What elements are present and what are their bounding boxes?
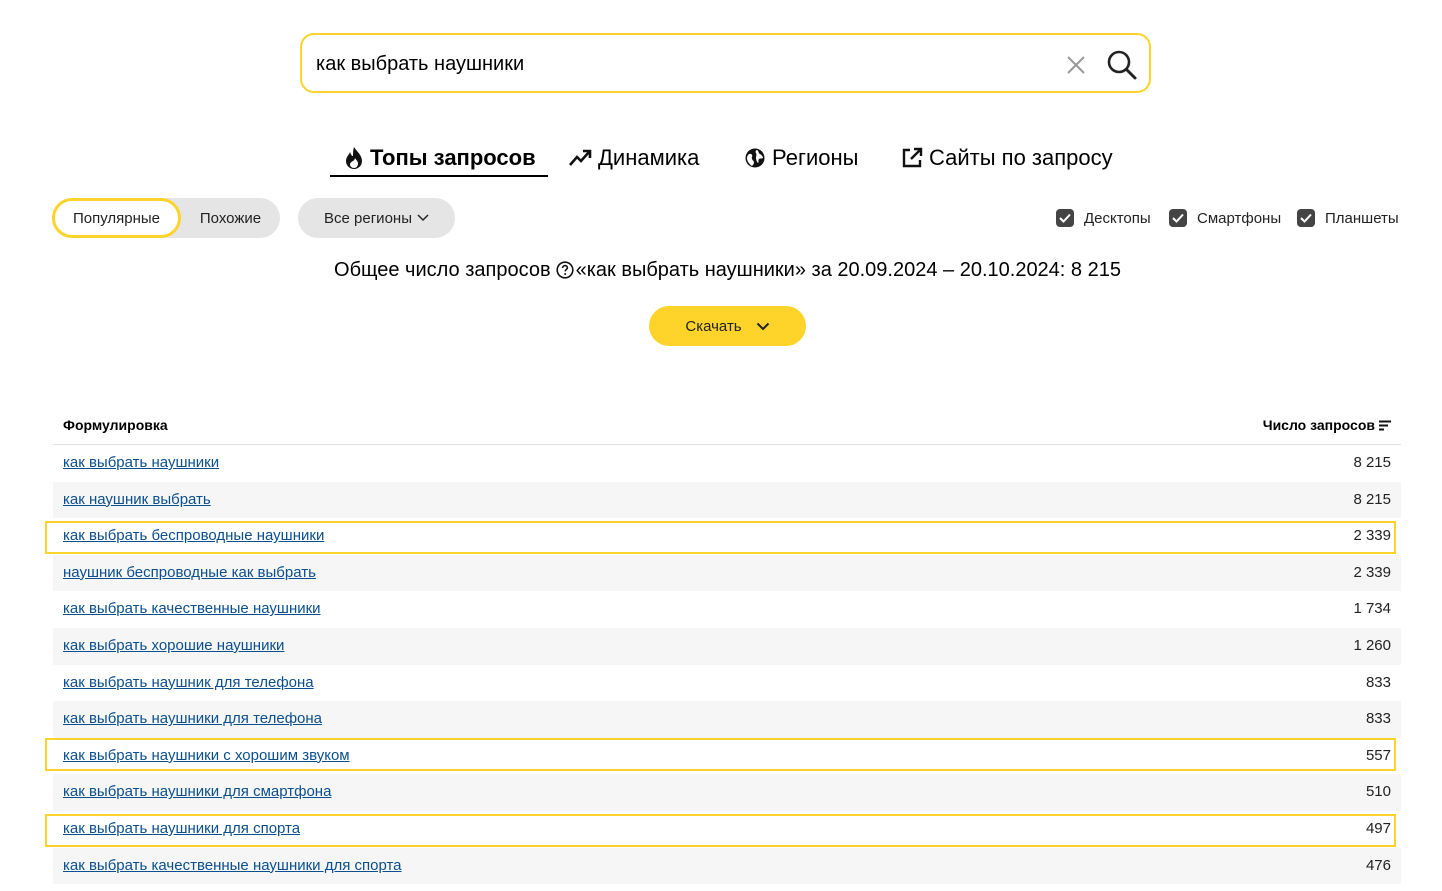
desktops-label: Десктопы xyxy=(1084,209,1151,227)
query-link[interactable]: наушник беспроводные как выбрать xyxy=(63,564,316,581)
table-row: как выбрать наушники для телефона 833 xyxy=(53,701,1401,738)
query-link[interactable]: как выбрать хорошие наушники xyxy=(63,637,284,654)
query-type-switch: Популярные Похожие xyxy=(52,198,280,238)
report-tabs: Топы запросов Динамика Регионы Сайты по … xyxy=(0,141,1442,177)
tab-top-queries[interactable]: Топы запросов xyxy=(330,141,548,177)
region-select[interactable]: Все регионы xyxy=(298,198,455,238)
query-link[interactable]: как выбрать наушники с хорошим звуком xyxy=(63,747,350,764)
checkbox-checked-icon xyxy=(1169,209,1187,227)
search-icon[interactable] xyxy=(1106,49,1138,81)
table-body: как выбрать наушники 8 215 как наушник выб… xyxy=(53,445,1401,885)
smartphones-checkbox[interactable]: Смартфоны xyxy=(1169,208,1281,228)
column-header-count[interactable]: Число запросов xyxy=(1263,417,1391,433)
query-count: 476 xyxy=(1365,856,1391,874)
query-count: 833 xyxy=(1365,710,1391,728)
query-link[interactable]: как наушник выбрать xyxy=(63,491,211,508)
table-row: как выбрать качественные наушники 1 734 xyxy=(53,591,1401,628)
total-summary: Общее число запросов «как выбрать наушни… xyxy=(0,259,1442,282)
query-count: 510 xyxy=(1365,783,1391,801)
column-header-phrase: Формулировка xyxy=(63,417,168,433)
summary-text: «как выбрать наушники» за 20.09.2024 – 2… xyxy=(575,259,1121,281)
smartphones-label: Смартфоны xyxy=(1197,209,1282,227)
tablets-label: Планшеты xyxy=(1325,209,1399,227)
query-link[interactable]: как выбрать наушники для телефона xyxy=(63,710,322,727)
query-count: 2 339 xyxy=(1353,527,1391,545)
tab-label: Топы запросов xyxy=(370,145,536,170)
query-count: 833 xyxy=(1365,673,1391,691)
table-row: как выбрать качественные наушники для сп… xyxy=(53,847,1401,885)
table-row: как выбрать наушники с хорошим звуком 557 xyxy=(53,738,1401,775)
popular-button[interactable]: Популярные xyxy=(52,198,181,238)
globe-icon xyxy=(745,148,765,168)
table-row: как наушник выбрать 8 215 xyxy=(53,481,1401,519)
desktops-checkbox[interactable]: Десктопы xyxy=(1056,208,1151,228)
fire-icon xyxy=(346,147,362,169)
help-icon[interactable] xyxy=(555,261,574,279)
query-count: 2 339 xyxy=(1353,563,1391,581)
table-row: как выбрать наушники для смартфона 510 xyxy=(53,774,1401,811)
sort-icon xyxy=(1379,420,1391,430)
table-row: как выбрать наушник для телефона 833 xyxy=(53,665,1401,702)
tab-sites[interactable]: Сайты по запросу xyxy=(901,141,1113,175)
external-link-icon xyxy=(902,147,923,168)
tab-label: Динамика xyxy=(598,145,700,170)
queries-table: Формулировка Число запросов как выбрать … xyxy=(53,407,1401,885)
query-link[interactable]: как выбрать наушник для телефона xyxy=(63,674,314,691)
tab-regions[interactable]: Регионы xyxy=(744,141,858,175)
chevron-down-icon xyxy=(756,322,769,330)
query-count: 8 215 xyxy=(1353,454,1391,471)
region-label: Все регионы xyxy=(324,209,412,227)
download-label: Скачать xyxy=(685,317,742,335)
query-count: 1 734 xyxy=(1353,600,1391,618)
query-link[interactable]: как выбрать качественные наушники xyxy=(63,600,321,617)
tab-label: Сайты по запросу xyxy=(929,145,1113,170)
search-input[interactable] xyxy=(316,49,1036,79)
tab-dynamics[interactable]: Динамика xyxy=(568,141,699,175)
query-link[interactable]: как выбрать беспроводные наушники xyxy=(63,527,324,544)
query-link[interactable]: как выбрать наушники для смартфона xyxy=(63,783,331,800)
table-row: как выбрать беспроводные наушники 2 339 xyxy=(53,518,1401,555)
query-count: 1 260 xyxy=(1353,636,1391,654)
table-row: как выбрать наушники 8 215 xyxy=(53,445,1401,482)
query-link[interactable]: как выбрать качественные наушники для сп… xyxy=(63,857,402,874)
table-header: Формулировка Число запросов xyxy=(53,407,1401,445)
column-header-count-label: Число запросов xyxy=(1262,417,1375,433)
summary-prefix: Общее число запросов xyxy=(334,259,551,281)
query-link[interactable]: как выбрать наушники xyxy=(63,454,219,471)
tablets-checkbox[interactable]: Планшеты xyxy=(1297,208,1399,228)
download-button[interactable]: Скачать xyxy=(649,306,806,346)
tab-label: Регионы xyxy=(772,145,859,170)
similar-button[interactable]: Похожие xyxy=(181,198,280,238)
checkbox-checked-icon xyxy=(1297,209,1315,227)
query-count: 8 215 xyxy=(1353,490,1391,508)
chevron-down-icon xyxy=(417,214,429,222)
trend-icon xyxy=(569,149,592,166)
clear-icon[interactable] xyxy=(1064,53,1088,77)
search-box[interactable] xyxy=(300,33,1151,93)
checkbox-checked-icon xyxy=(1056,209,1074,227)
table-row: наушник беспроводные как выбрать 2 339 xyxy=(53,554,1401,592)
table-row: как выбрать наушники для спорта 497 xyxy=(53,811,1401,848)
query-link[interactable]: как выбрать наушники для спорта xyxy=(63,820,300,837)
table-row: как выбрать хорошие наушники 1 260 xyxy=(53,627,1401,665)
query-count: 497 xyxy=(1365,819,1391,837)
query-count: 557 xyxy=(1365,746,1391,764)
